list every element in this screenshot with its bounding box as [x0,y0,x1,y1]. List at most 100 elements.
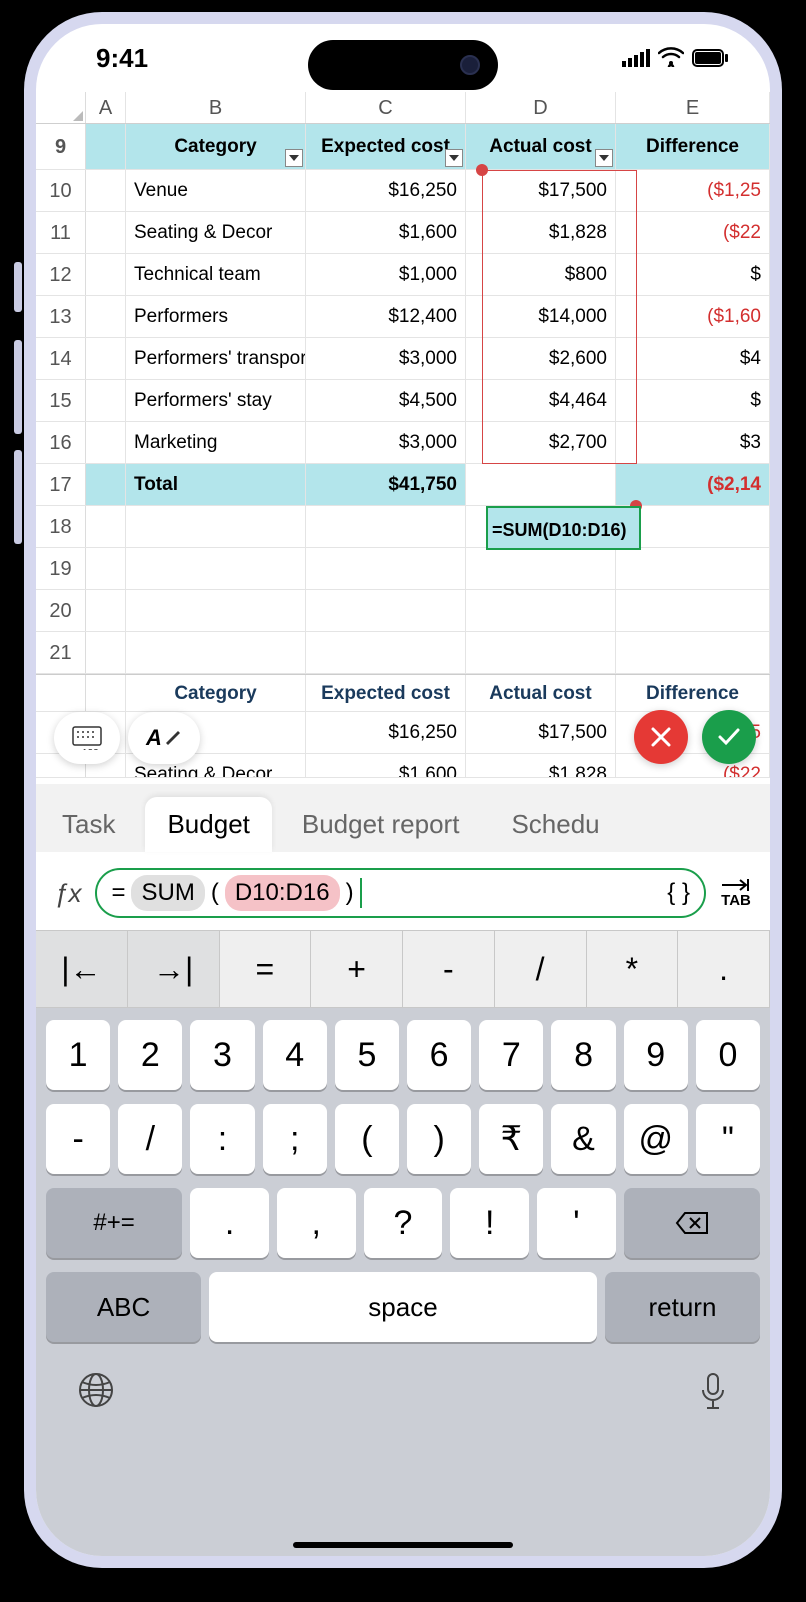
space-key[interactable]: space [209,1272,597,1342]
cell-category[interactable]: Venue [126,170,306,211]
cell-category[interactable]: Performers [126,296,306,337]
key-0[interactable]: 0 [696,1020,760,1090]
key-8[interactable]: 8 [551,1020,615,1090]
table-row[interactable]: 17Total$41,750($2,14 [36,464,770,506]
row-header[interactable]: 21 [36,632,86,673]
cell-category[interactable]: Performers' transport [126,338,306,379]
key-'[interactable]: ' [537,1188,616,1258]
row-header[interactable]: 17 [36,464,86,505]
filter-dropdown-icon[interactable] [595,149,613,167]
key-/[interactable]: / [118,1104,182,1174]
cell-actual[interactable]: $800 [466,254,616,295]
cell-difference[interactable]: $3 [616,422,770,463]
range-handle-icon[interactable] [476,164,488,176]
abc-key[interactable]: ABC [46,1272,201,1342]
cell-actual[interactable]: $2,600 [466,338,616,379]
tab-task[interactable]: Task [40,797,137,852]
key-)[interactable]: ) [407,1104,471,1174]
key-?[interactable]: ? [364,1188,443,1258]
cell-difference[interactable]: $4 [616,338,770,379]
cell-difference[interactable]: ($1,25 [616,170,770,211]
dedent-key[interactable]: |← [36,930,128,1008]
col-header-c[interactable]: C [306,92,466,123]
row-header[interactable]: 15 [36,380,86,421]
cell-expected[interactable]: $12,400 [306,296,466,337]
key-([interactable]: ( [335,1104,399,1174]
cell-actual[interactable]: $1,828 [466,212,616,253]
cell-actual[interactable]: $2,700 [466,422,616,463]
tab-key-button[interactable]: TAB [720,878,752,909]
home-indicator[interactable] [293,1542,513,1548]
format-text-button[interactable]: A [128,712,200,764]
cell-category[interactable]: Seating & Decor [126,212,306,253]
active-cell[interactable]: =SUM(D10:D16) [486,506,641,550]
cell-category[interactable]: Performers' stay [126,380,306,421]
cell-expected[interactable]: $3,000 [306,422,466,463]
key-&[interactable]: & [551,1104,615,1174]
cell-difference[interactable]: $ [616,380,770,421]
symbols-key[interactable]: #+= [46,1188,182,1258]
key-9[interactable]: 9 [624,1020,688,1090]
row-header[interactable]: 13 [36,296,86,337]
cell-difference[interactable]: $ [616,254,770,295]
table-row[interactable]: 11Seating & Decor$1,600$1,828($22 [36,212,770,254]
key-;[interactable]: ; [263,1104,327,1174]
row-header[interactable]: 19 [36,548,86,589]
slash-key[interactable]: / [495,930,587,1008]
key-,[interactable]: , [277,1188,356,1258]
cell-expected[interactable]: $1,000 [306,254,466,295]
cell-category[interactable]: Total [126,464,306,505]
row-header[interactable]: 14 [36,338,86,379]
key-5[interactable]: 5 [335,1020,399,1090]
plus-key[interactable]: + [311,930,403,1008]
table-row[interactable]: 13Performers$12,400$14,000($1,60 [36,296,770,338]
table-row[interactable]: 16Marketing$3,000$2,700$3 [36,422,770,464]
equals-key[interactable]: = [220,930,312,1008]
star-key[interactable]: * [587,930,679,1008]
select-all-corner[interactable] [36,92,86,123]
formula-range-chip[interactable]: D10:D16 [225,875,340,911]
key-.[interactable]: . [190,1188,269,1258]
key--[interactable]: - [46,1104,110,1174]
row-header[interactable]: 20 [36,590,86,631]
cell-actual[interactable]: $17,500 [466,170,616,211]
col-header-a[interactable]: A [86,92,126,123]
table-row[interactable]: 10Venue$16,250$17,500($1,25 [36,170,770,212]
key-![interactable]: ! [450,1188,529,1258]
header-actual[interactable]: Actual cost [466,124,616,169]
spreadsheet-grid[interactable]: A B C D E 9 Category Expected cost Actua… [36,92,770,780]
formula-function-chip[interactable]: SUM [131,875,204,911]
confirm-button[interactable] [702,710,756,764]
row-header[interactable]: 9 [36,124,86,169]
cell-difference[interactable]: ($1,60 [616,296,770,337]
row-header[interactable]: 10 [36,170,86,211]
return-key[interactable]: return [605,1272,760,1342]
tab-budget[interactable]: Budget [145,797,271,852]
key-4[interactable]: 4 [263,1020,327,1090]
table-row[interactable]: 14 Performers' transport$3,000$2,600$4 [36,338,770,380]
key-2[interactable]: 2 [118,1020,182,1090]
dot-key[interactable]: . [678,930,770,1008]
cell-category[interactable]: Marketing [126,422,306,463]
cancel-button[interactable] [634,710,688,764]
row-header[interactable]: 18 [36,506,86,547]
tab-schedule[interactable]: Schedu [489,797,621,852]
header-difference[interactable]: Difference [616,124,770,169]
filter-dropdown-icon[interactable] [285,149,303,167]
key-"[interactable]: " [696,1104,760,1174]
cell-expected[interactable]: $41,750 [306,464,466,505]
key-₹[interactable]: ₹ [479,1104,543,1174]
key-@[interactable]: @ [624,1104,688,1174]
col-header-b[interactable]: B [126,92,306,123]
key-1[interactable]: 1 [46,1020,110,1090]
header-category[interactable]: Category [126,124,306,169]
cell-expected[interactable]: $3,000 [306,338,466,379]
filter-dropdown-icon[interactable] [445,149,463,167]
table-row[interactable]: 12Technical team$1,000$800$ [36,254,770,296]
key-:[interactable]: : [190,1104,254,1174]
cell-category[interactable]: Technical team [126,254,306,295]
minus-key[interactable]: - [403,930,495,1008]
number-keyboard-toggle[interactable]: 123 [54,712,120,764]
formula-input[interactable]: = SUM ( D10:D16 ) { } [95,868,706,918]
table-row[interactable]: 15Performers' stay$4,500$4,464$ [36,380,770,422]
